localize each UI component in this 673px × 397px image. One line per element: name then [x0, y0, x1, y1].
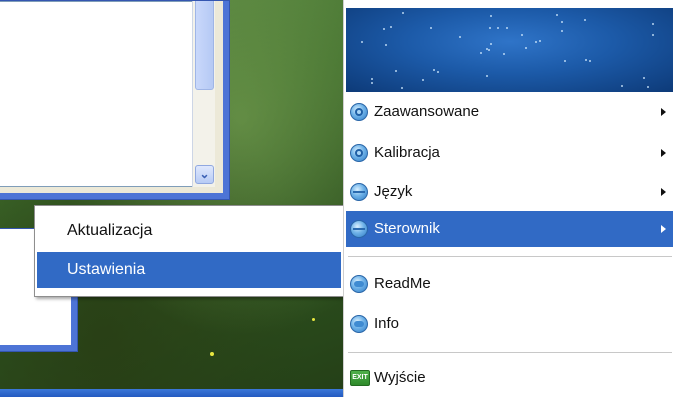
- menu-item-label: Język: [374, 183, 413, 200]
- background-window: ⌄: [0, 0, 230, 200]
- list-box[interactable]: [0, 1, 193, 187]
- menu-item-label: ReadMe: [374, 275, 431, 292]
- banner-sparkle: [385, 44, 387, 46]
- taskbar: [0, 389, 345, 397]
- menu-separator: [348, 352, 672, 353]
- banner-sparkle: [488, 49, 490, 51]
- banner-sparkle: [490, 15, 492, 17]
- submenu-item-label: Aktualizacja: [67, 222, 153, 239]
- menu-item-label: Wyjście: [374, 369, 426, 386]
- banner-sparkle: [535, 41, 537, 43]
- menu-item-kalibracja[interactable]: Kalibracja: [346, 135, 673, 171]
- menu-item-sterownik[interactable]: Sterownik: [346, 211, 673, 247]
- menu-item-label: Info: [374, 315, 400, 332]
- chat-icon: [350, 315, 368, 333]
- banner-sparkle: [621, 85, 623, 87]
- submenu-item-aktualizacja[interactable]: Aktualizacja: [37, 213, 341, 249]
- banner-sparkle: [584, 19, 586, 21]
- window-body: ⌄: [0, 1, 223, 193]
- scrollbar-thumb[interactable]: [195, 1, 214, 90]
- banner-sparkle: [361, 41, 363, 43]
- banner-sparkle: [561, 30, 563, 32]
- banner-sparkle: [521, 34, 523, 36]
- banner-sparkle: [430, 27, 432, 29]
- banner-sparkle: [486, 48, 488, 50]
- banner-sparkle: [564, 60, 566, 62]
- banner-sparkle: [652, 23, 654, 25]
- banner-sparkle: [371, 78, 373, 80]
- banner-sparkle: [422, 79, 424, 81]
- scroll-down-button[interactable]: ⌄: [195, 165, 214, 184]
- banner-sparkle: [371, 82, 373, 84]
- submenu-arrow-icon: [661, 149, 666, 157]
- banner-sparkle: [395, 70, 397, 72]
- submenu-arrow-icon: [661, 188, 666, 196]
- banner-sparkle: [585, 59, 587, 61]
- banner-sparkle: [497, 27, 499, 29]
- banner-sparkle: [402, 12, 404, 14]
- gear-icon: [350, 103, 368, 121]
- banner-sparkle: [525, 47, 527, 49]
- menu-item-wyjscie[interactable]: EXIT Wyjście: [346, 360, 673, 396]
- sterownik-submenu: Aktualizacja Ustawienia: [34, 205, 344, 297]
- menu-item-info[interactable]: Info: [346, 306, 673, 342]
- menu-item-label: Kalibracja: [374, 144, 440, 161]
- banner-sparkle: [489, 27, 491, 29]
- vertical-scrollbar[interactable]: ⌄: [192, 1, 215, 187]
- context-menu: Zaawansowane Kalibracja Język Sterownik …: [343, 0, 673, 397]
- submenu-arrow-icon: [661, 225, 666, 233]
- menu-banner: [346, 8, 673, 92]
- grass-highlight: [312, 318, 315, 321]
- exit-icon-text: EXIT: [352, 374, 368, 381]
- globe-icon: [350, 220, 368, 238]
- chevron-down-icon: ⌄: [199, 167, 210, 181]
- grass-highlight: [210, 352, 214, 356]
- banner-sparkle: [539, 40, 541, 42]
- exit-icon: EXIT: [350, 370, 370, 386]
- submenu-arrow-icon: [661, 108, 666, 116]
- banner-sparkle: [459, 36, 461, 38]
- menu-item-zaawansowane[interactable]: Zaawansowane: [346, 94, 673, 130]
- banner-sparkle: [643, 77, 645, 79]
- banner-sparkle: [390, 26, 392, 28]
- menu-item-readme[interactable]: ReadMe: [346, 266, 673, 302]
- submenu-item-label: Ustawienia: [67, 261, 146, 278]
- banner-sparkle: [647, 86, 649, 88]
- menu-item-label: Zaawansowane: [374, 103, 480, 120]
- menu-item-label: Sterownik: [374, 220, 440, 237]
- banner-sparkle: [437, 71, 439, 73]
- submenu-item-ustawienia[interactable]: Ustawienia: [37, 252, 341, 288]
- gear-icon: [350, 144, 368, 162]
- menu-item-jezyk[interactable]: Język: [346, 174, 673, 210]
- banner-sparkle: [503, 53, 505, 55]
- banner-sparkle: [383, 28, 385, 30]
- banner-sparkle: [556, 14, 558, 16]
- banner-sparkle: [486, 75, 488, 77]
- banner-sparkle: [490, 43, 492, 45]
- globe-icon: [350, 183, 368, 201]
- banner-sparkle: [561, 21, 563, 23]
- banner-sparkle: [433, 69, 435, 71]
- banner-sparkle: [506, 27, 508, 29]
- banner-sparkle: [652, 34, 654, 36]
- banner-sparkle: [589, 60, 591, 62]
- chat-icon: [350, 275, 368, 293]
- menu-separator: [348, 256, 672, 257]
- banner-sparkle: [401, 87, 403, 89]
- banner-sparkle: [480, 52, 482, 54]
